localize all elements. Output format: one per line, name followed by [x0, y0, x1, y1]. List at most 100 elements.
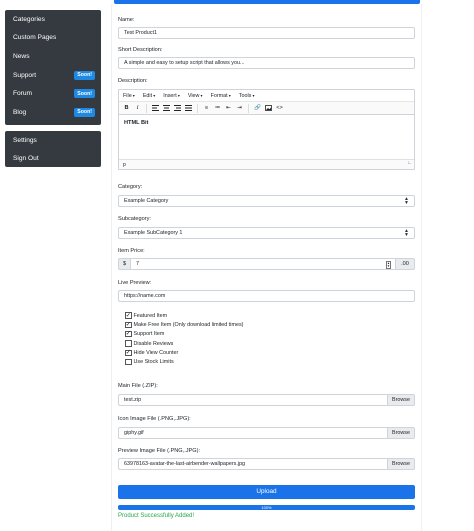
product-form: Name: Test Product1 Short Description: A… — [111, 4, 422, 531]
name-label: Name: — [118, 17, 135, 23]
main-file-name: test.zip — [124, 397, 142, 403]
main-file-input[interactable]: test.zip Browse — [118, 394, 415, 406]
select-arrows-icon: ▲ ▼ — [404, 196, 409, 206]
sidebar-item-label: Forum — [13, 90, 33, 98]
subcategory-label: Subcategory: — [118, 216, 151, 222]
code-icon[interactable]: <> — [275, 104, 284, 113]
progress-fill: 100% — [118, 505, 415, 510]
editor-menubar: File Edit Insert View Format Tools — [119, 90, 414, 101]
option-use-stock-limits[interactable]: Use Stock Limits — [125, 357, 243, 366]
numbered-list-icon[interactable]: ≔ — [213, 104, 222, 113]
align-justify-icon[interactable] — [184, 104, 193, 113]
checkbox[interactable]: ✓ — [125, 321, 132, 329]
browse-button[interactable]: Browse — [387, 428, 414, 438]
live-preview-label: Live Preview: — [118, 280, 152, 286]
sidebar-item-sign-out[interactable]: Sign Out — [5, 149, 101, 167]
align-center-icon[interactable] — [162, 104, 171, 113]
option-label: Support Item — [133, 331, 165, 338]
menu-file[interactable]: File — [123, 93, 135, 99]
sidebar-account: Settings Sign Out — [5, 131, 101, 167]
option-label: Use Stock Limits — [133, 359, 174, 366]
main-file-label: Main File (.ZIP): — [118, 383, 158, 389]
soon-badge: Soon! — [74, 70, 95, 80]
category-selected: Example Category — [124, 198, 169, 204]
live-preview-input[interactable]: https://name.com — [118, 290, 415, 302]
option-label: Disable Reviews — [133, 340, 174, 347]
sidebar-item-custom-pages[interactable]: Custom Pages — [5, 29, 101, 48]
sidebar-item-label: Settings — [13, 136, 37, 144]
soon-badge: Soon! — [74, 107, 95, 117]
browse-button[interactable]: Browse — [387, 395, 414, 405]
browse-button[interactable]: Browse — [387, 459, 414, 469]
sidebar-item-settings[interactable]: Settings — [5, 131, 101, 149]
category-select[interactable]: Example Category ▲ ▼ — [118, 195, 415, 207]
align-right-icon[interactable] — [173, 104, 182, 113]
upload-button[interactable]: Upload — [118, 485, 415, 499]
editor-element-path: p — [123, 162, 126, 168]
sidebar-item-blog[interactable]: Blog Soon! — [5, 103, 101, 122]
menu-insert[interactable]: Insert — [163, 93, 180, 99]
name-input[interactable]: Test Product1 — [118, 27, 415, 39]
editor-toolbar: B I ≡ ≔ ⇤ ⇥ 🔗 <> — [119, 101, 414, 115]
sidebar-item-label: News — [13, 52, 30, 60]
checkbox[interactable]: ✓ — [125, 349, 132, 357]
short-description-input[interactable]: A simple and easy to setup script that a… — [118, 57, 415, 69]
price-label: Item Price: — [118, 248, 145, 254]
indent-icon[interactable]: ⇥ — [235, 104, 244, 113]
sidebar-item-forum[interactable]: Forum Soon! — [5, 84, 101, 103]
subcategory-selected: Example SubCategory 1 — [124, 230, 183, 236]
menu-format[interactable]: Format — [211, 93, 231, 99]
editor-statusbar: p ∟ — [119, 159, 414, 169]
sidebar-item-label: Support — [13, 71, 37, 79]
sidebar-item-label: Categories — [13, 15, 45, 23]
image-icon[interactable] — [264, 104, 273, 113]
sidebar-item-categories[interactable]: Categories — [5, 10, 101, 29]
checkbox[interactable] — [125, 340, 132, 347]
editor-content[interactable]: HTML Bit — [119, 115, 414, 159]
menu-view[interactable]: View — [188, 93, 203, 99]
option-make-free-item[interactable]: ✓ Make Free Item (Only download limited t… — [125, 320, 243, 329]
preview-file-input[interactable]: 63978163-avatar-the-last-airbender-wallp… — [118, 458, 415, 470]
sidebar-item-news[interactable]: News — [5, 47, 101, 66]
outdent-icon[interactable]: ⇤ — [224, 104, 233, 113]
align-left-icon[interactable] — [151, 104, 160, 113]
option-label: Hide View Counter — [133, 349, 179, 356]
link-icon[interactable]: 🔗 — [253, 104, 262, 113]
option-featured-item[interactable]: ✓ Featured Item — [125, 311, 243, 320]
option-support-item[interactable]: ✓ Support Item — [125, 330, 243, 339]
option-label: Featured Item — [133, 312, 168, 319]
price-value: 7 — [136, 261, 139, 267]
italic-icon[interactable]: I — [133, 104, 142, 113]
subcategory-select[interactable]: Example SubCategory 1 ▲ ▼ — [118, 227, 415, 239]
preview-file-name: 63978163-avatar-the-last-airbender-wallp… — [124, 461, 246, 467]
short-description-label: Short Description: — [118, 47, 163, 53]
icon-file-input[interactable]: giphy.gif Browse — [118, 427, 415, 439]
resize-handle-icon[interactable]: ∟ — [407, 158, 412, 168]
toolbar-divider — [197, 103, 198, 113]
sidebar-nav: Categories Custom Pages News Support Soon… — [5, 10, 101, 125]
description-label: Description: — [118, 78, 148, 84]
toolbar-divider — [146, 103, 147, 113]
checkbox[interactable]: ✓ — [125, 312, 132, 319]
option-disable-reviews[interactable]: Disable Reviews — [125, 339, 243, 348]
category-label: Category: — [118, 184, 143, 190]
checkbox[interactable]: ✓ — [125, 330, 132, 338]
bold-icon[interactable]: B — [122, 104, 131, 113]
price-input[interactable]: 7 ▲ ▼ — [130, 258, 396, 270]
upload-progress-bar: 100% — [118, 505, 415, 510]
cents-addon: .00 — [395, 258, 415, 270]
sidebar-item-support[interactable]: Support Soon! — [5, 66, 101, 85]
icon-file-label: Icon Image File (.PNG,.JPG): — [118, 416, 191, 422]
icon-file-name: giphy.gif — [124, 430, 144, 436]
sidebar-item-label: Blog — [13, 108, 27, 116]
select-arrows-icon: ▲ ▼ — [404, 228, 409, 238]
menu-tools[interactable]: Tools — [239, 93, 255, 99]
toolbar-divider — [248, 103, 249, 113]
number-stepper-icon[interactable]: ▲ ▼ — [386, 260, 391, 269]
option-hide-view-counter[interactable]: ✓ Hide View Counter — [125, 348, 243, 357]
menu-edit[interactable]: Edit — [143, 93, 155, 99]
checkbox[interactable] — [125, 358, 132, 366]
soon-badge: Soon! — [74, 89, 95, 99]
success-message: Product Successfully Added! — [118, 513, 195, 519]
bullet-list-icon[interactable]: ≡ — [202, 104, 211, 113]
